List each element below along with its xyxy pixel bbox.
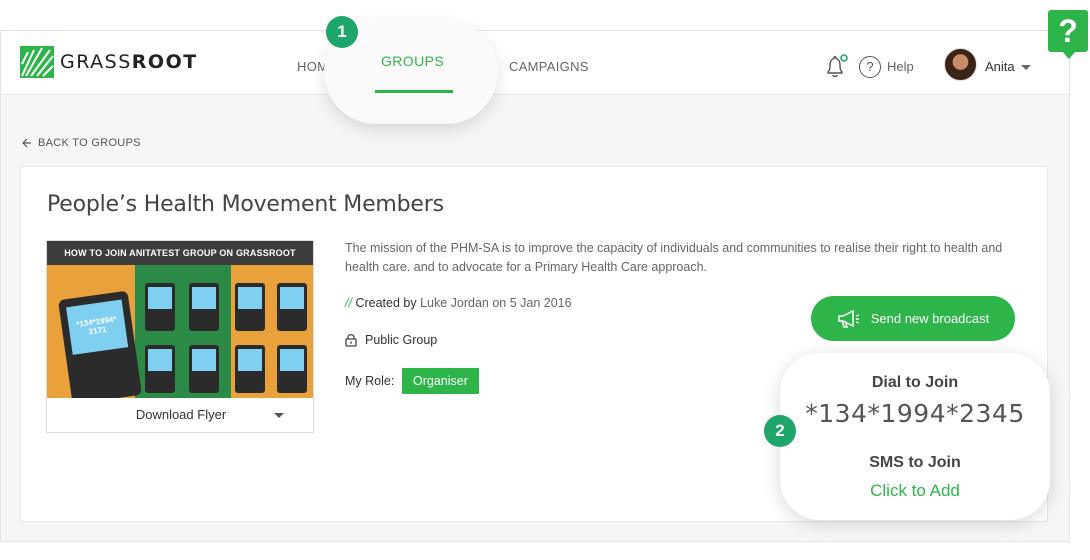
- visibility-label: Public Group: [365, 333, 438, 347]
- back-to-groups-link[interactable]: BACK TO GROUPS: [22, 137, 141, 149]
- bell-icon[interactable]: [824, 54, 848, 80]
- grassroot-logo-icon: [20, 46, 54, 78]
- created-by: // Created by Luke Jordan on 5 Jan 2016: [345, 296, 572, 310]
- dial-to-join-label: Dial to Join: [871, 374, 959, 391]
- avatar[interactable]: [944, 48, 977, 81]
- sms-click-to-add-link[interactable]: Click to Add: [780, 481, 1050, 501]
- phone-illustration: [145, 345, 175, 393]
- nav-groups[interactable]: GROUPS: [381, 53, 444, 69]
- group-description: The mission of the PHM-SA is to improve …: [345, 241, 1003, 274]
- group-flyer[interactable]: HOW TO JOIN ANITATEST GROUP ON GRASSROOT…: [46, 240, 314, 433]
- phone-illustration: [277, 345, 307, 393]
- phone-illustration: *134*1994* 2171: [58, 290, 142, 405]
- lock-icon: [345, 334, 357, 347]
- nav-campaigns[interactable]: CAMPAIGNS: [509, 59, 589, 74]
- help-link[interactable]: Help: [887, 59, 914, 74]
- visibility-status: Public Group: [345, 333, 437, 347]
- callout-badge-1: 1: [326, 16, 358, 48]
- created-label: Created by: [355, 296, 417, 310]
- help-badge-pointer: [1062, 51, 1076, 59]
- arrow-left-icon: [22, 138, 31, 148]
- page-title: People’s Health Movement Members: [47, 192, 444, 217]
- phone-illustration: [277, 283, 307, 331]
- logo-text: GRASSROOT: [60, 51, 198, 73]
- grassroot-logo[interactable]: GRASSROOT: [20, 46, 198, 78]
- phone-illustration: [189, 283, 219, 331]
- phone-illustration: [235, 345, 265, 393]
- broadcast-label: Send new broadcast: [870, 311, 990, 326]
- nav-active-underline: [375, 90, 453, 93]
- flyer-code-2: 2171: [88, 324, 108, 337]
- callout-badge-2: 2: [764, 415, 796, 447]
- dial-code: *134*1994*2345: [805, 399, 1025, 428]
- back-label: BACK TO GROUPS: [38, 137, 141, 149]
- user-name[interactable]: Anita: [985, 59, 1015, 74]
- created-value: Luke Jordan on 5 Jan 2016: [420, 296, 572, 310]
- phone-illustration: [235, 283, 265, 331]
- chevron-down-icon[interactable]: [274, 413, 284, 418]
- chevron-down-icon[interactable]: [1021, 65, 1031, 70]
- help-question-badge[interactable]: ?: [1048, 10, 1088, 52]
- send-broadcast-button[interactable]: Send new broadcast: [811, 296, 1015, 341]
- role-badge: Organiser: [402, 368, 479, 394]
- flyer-heading: HOW TO JOIN ANITATEST GROUP ON GRASSROOT: [47, 241, 313, 265]
- sms-to-join-label: SMS to Join: [869, 454, 961, 471]
- created-slashes: //: [345, 296, 352, 310]
- join-info-card: Dial to Join *134*1994*2345 SMS to Join …: [780, 353, 1050, 520]
- help-icon[interactable]: ?: [859, 56, 881, 78]
- megaphone-icon: [837, 309, 859, 328]
- phone-illustration: [145, 283, 175, 331]
- role-label: My Role:: [345, 374, 395, 388]
- phone-illustration: [189, 345, 219, 393]
- flyer-image: *134*1994* 2171: [47, 265, 313, 405]
